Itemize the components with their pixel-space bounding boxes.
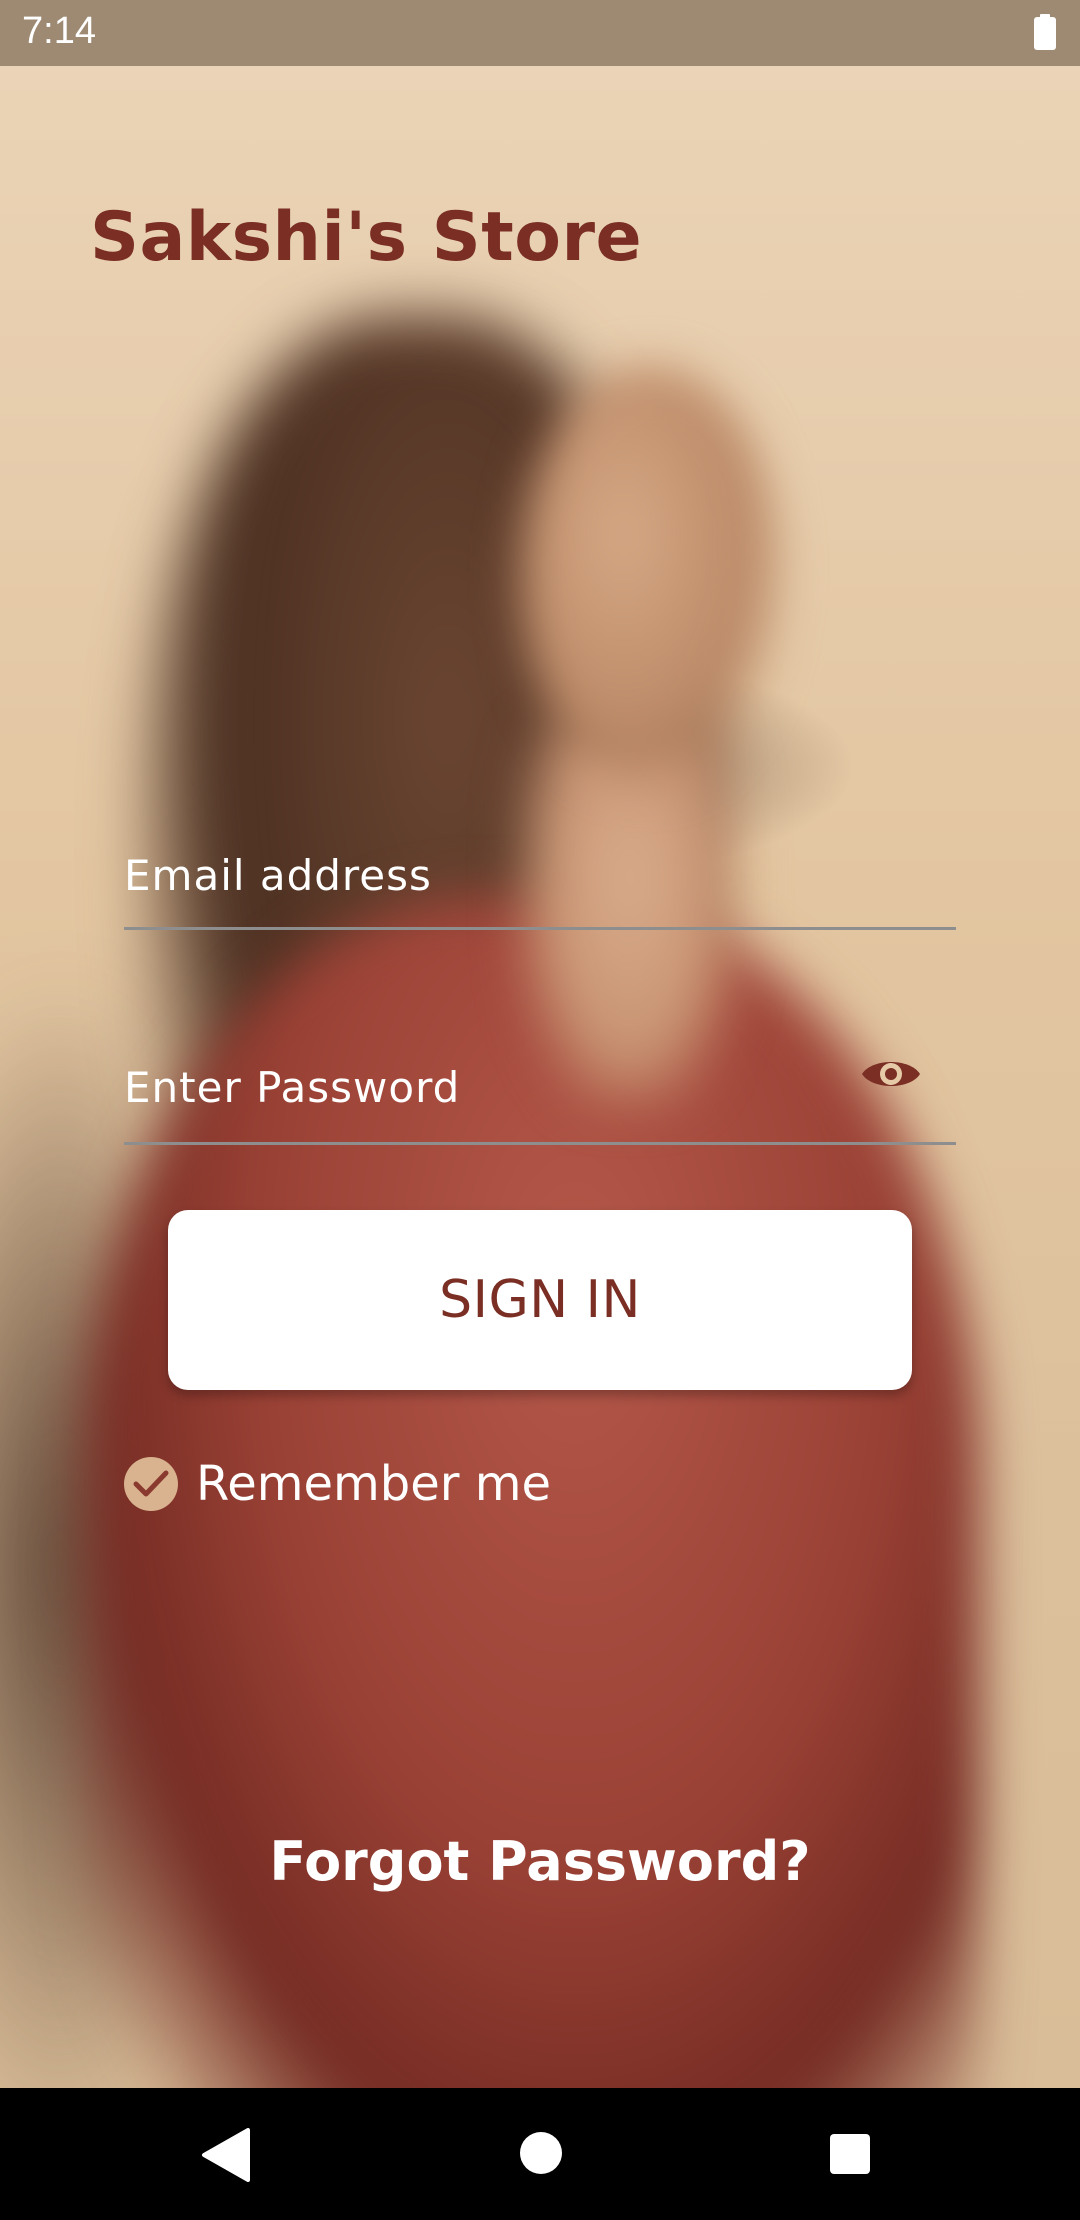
- checkmark-icon[interactable]: [124, 1457, 178, 1511]
- store-title: Sakshi's Store: [90, 198, 643, 277]
- password-underline: [124, 1142, 956, 1145]
- email-underline: [124, 927, 956, 930]
- email-input[interactable]: [124, 820, 884, 930]
- back-icon[interactable]: [200, 2128, 250, 2182]
- password-input[interactable]: [124, 1030, 884, 1145]
- recents-icon[interactable]: [828, 2132, 872, 2176]
- remember-me-checkbox[interactable]: Remember me: [124, 1454, 551, 1514]
- forgot-password-link[interactable]: Forgot Password?: [0, 1830, 1080, 1893]
- eye-icon[interactable]: [860, 1052, 922, 1096]
- login-screen: 7:14 Sakshi's Store SIGN IN R: [0, 0, 1080, 2220]
- status-bar: 7:14: [0, 0, 1080, 66]
- remember-me-label: Remember me: [196, 1456, 552, 1512]
- email-field[interactable]: [124, 820, 956, 930]
- status-time: 7:14: [22, 10, 96, 52]
- battery-icon: [1034, 14, 1056, 50]
- navigation-bar: [0, 2088, 1080, 2220]
- home-icon[interactable]: [518, 2130, 564, 2176]
- sign-in-button[interactable]: SIGN IN: [168, 1210, 912, 1390]
- password-field[interactable]: [124, 1030, 956, 1145]
